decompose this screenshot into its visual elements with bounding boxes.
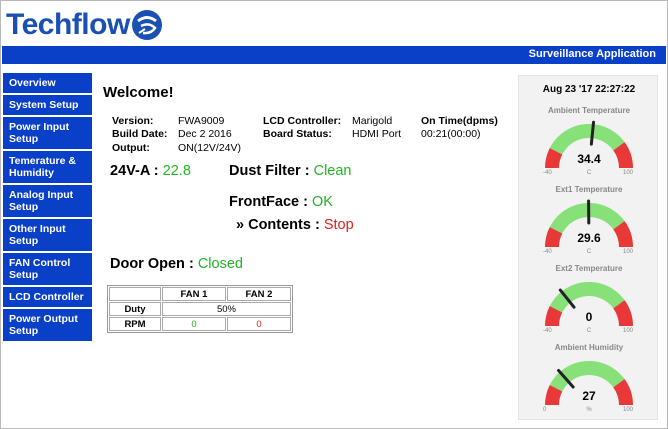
- gauge-unit: C: [586, 328, 592, 334]
- gauge-unit: C: [586, 170, 592, 176]
- sidebar-item-analog-input-setup[interactable]: Analog Input Setup: [3, 185, 92, 219]
- voltage-24v-a-value: 22.8: [162, 163, 191, 179]
- sidebar-item-power-output-setup[interactable]: Power Output Setup: [3, 309, 92, 343]
- gauge-max: 100: [622, 407, 633, 413]
- output-label: Output:: [112, 142, 150, 154]
- table-header-cell: FAN 2: [227, 287, 291, 301]
- dust-filter-status: Dust Filter : Clean: [229, 163, 351, 179]
- gauge-max: 100: [622, 328, 633, 334]
- output-row: Output:: [112, 142, 150, 154]
- sidebar-nav: Overview System Setup Power Input Setup …: [3, 73, 92, 343]
- on-time-label: On Time(dpms): [421, 115, 498, 127]
- gauge-normal-zone: [549, 124, 625, 155]
- sidebar-item-lcd-controller[interactable]: LCD Controller: [3, 287, 92, 309]
- version-row: Version:: [112, 115, 153, 127]
- board-status-label: Board Status:: [263, 128, 332, 140]
- sidebar-item-temperature-humidity[interactable]: Temerature & Humidity: [3, 151, 92, 185]
- gauge-ext1-temperature: Ext1 Temperature 29.6 -40 C 100: [519, 185, 659, 263]
- sidebar-item-power-input-setup[interactable]: Power Input Setup: [3, 117, 92, 151]
- table-row: RPM 0 0: [109, 317, 291, 331]
- board-status-row: Board Status:: [263, 128, 332, 140]
- gauge-title: Ambient Humidity: [554, 343, 624, 352]
- logo-text: Techflow: [6, 8, 130, 41]
- door-open-value: Closed: [197, 256, 243, 272]
- fan-status-table: FAN 1 FAN 2 Duty 50% RPM 0 0: [107, 285, 293, 333]
- door-open-label: Door Open :: [110, 256, 194, 272]
- door-open-status: Door Open : Closed: [110, 256, 243, 272]
- gauge-panel: Aug 23 '17 22:27:22 Ambient Temperature …: [518, 75, 658, 420]
- table-row: Duty 50%: [109, 302, 291, 316]
- table-header-cell: FAN 1: [162, 287, 226, 301]
- voltage-24v-a: 24V-A : 22.8: [110, 163, 191, 179]
- contents-value: Stop: [323, 217, 354, 233]
- duty-value: 50%: [162, 302, 291, 316]
- gauge-ext2-temperature: Ext2 Temperature 0 -40 C 100: [519, 264, 659, 342]
- lcd-controller-value: Marigold: [352, 115, 393, 127]
- frontface-status: FrontFace : OK: [229, 194, 333, 210]
- gauge-ambient-temperature: Ambient Temperature 34.4 -40 C 100: [519, 106, 659, 184]
- gauge-max: 100: [622, 249, 633, 255]
- gauge-value: 34.4: [577, 152, 601, 166]
- gauge-max: 100: [622, 170, 633, 176]
- gauge-unit: %: [586, 407, 592, 413]
- gauge-normal-zone: [549, 361, 625, 392]
- dust-filter-label: Dust Filter :: [229, 163, 310, 179]
- page-title: Welcome!: [103, 84, 174, 101]
- table-header-cell: [109, 287, 161, 301]
- dust-filter-value: Clean: [313, 163, 352, 179]
- lcd-controller-label: LCD Controller:: [263, 115, 342, 127]
- gauge-title: Ext2 Temperature: [555, 264, 623, 273]
- gauge-title: Ext1 Temperature: [555, 185, 623, 194]
- sidebar-item-fan-control-setup[interactable]: FAN Control Setup: [3, 253, 92, 287]
- gauge-ambient-humidity: Ambient Humidity 27 0 % 100: [519, 343, 659, 421]
- voltage-24v-a-label: 24V-A :: [110, 163, 159, 179]
- build-date-row: Build Date:: [112, 128, 167, 140]
- rpm-label: RPM: [109, 317, 161, 331]
- duty-label: Duty: [109, 302, 161, 316]
- gauge-value: 29.6: [577, 231, 601, 245]
- logo-emblem-icon: [131, 10, 162, 40]
- sidebar-item-overview[interactable]: Overview: [3, 73, 92, 95]
- version-label: Version:: [112, 115, 154, 127]
- lcd-controller-row: LCD Controller:: [263, 115, 341, 127]
- board-status-value: HDMI Port: [352, 128, 402, 140]
- version-value: FWA9009: [178, 115, 225, 127]
- fan1-rpm-value: 0: [162, 317, 226, 331]
- table-header-row: FAN 1 FAN 2: [109, 287, 291, 301]
- techflow-logo: Techflow: [6, 6, 163, 44]
- gauge-value: 27: [582, 389, 596, 403]
- build-date-label: Build Date:: [112, 128, 168, 140]
- contents-status: » Contents : Stop: [236, 217, 354, 233]
- gauge-unit: C: [586, 249, 592, 255]
- frontface-label: FrontFace :: [229, 194, 308, 210]
- sidebar-item-other-input-setup[interactable]: Other Input Setup: [3, 219, 92, 253]
- on-time-value: 00:21(00:00): [421, 128, 481, 140]
- gauge-value: 0: [585, 310, 593, 324]
- frontface-value: OK: [311, 194, 333, 210]
- build-date-value: Dec 2 2016: [178, 128, 232, 140]
- current-datetime: Aug 23 '17 22:27:22: [542, 84, 636, 95]
- contents-label: » Contents :: [236, 217, 320, 233]
- gauge-title: Ambient Temperature: [547, 106, 631, 115]
- app-title: Surveillance Application: [528, 48, 656, 60]
- gauge-normal-zone: [549, 282, 625, 313]
- output-value: ON(12V/24V): [178, 142, 242, 154]
- on-time-row: On Time(dpms): [421, 115, 498, 127]
- sidebar-item-system-setup[interactable]: System Setup: [3, 95, 92, 117]
- fan2-rpm-value: 0: [227, 317, 291, 331]
- title-bar: Surveillance Application: [2, 46, 666, 64]
